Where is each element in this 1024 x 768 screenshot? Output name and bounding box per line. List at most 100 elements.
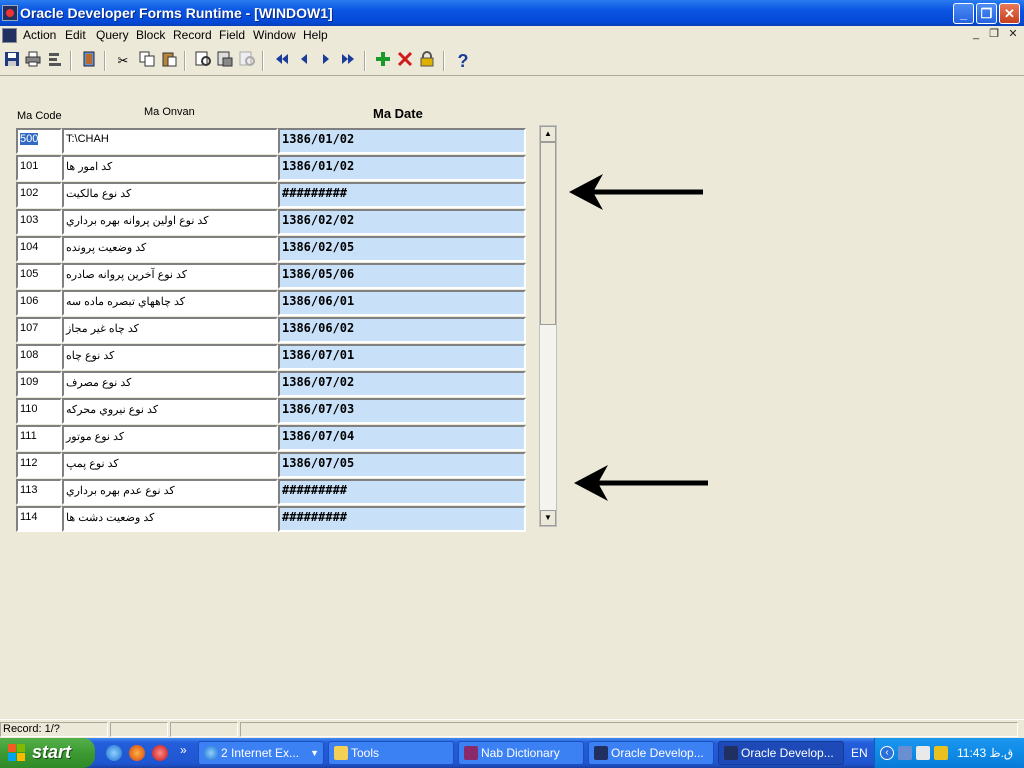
onvan-field[interactable]: T:\CHAH	[62, 128, 278, 154]
code-field[interactable]: 105	[16, 263, 62, 289]
date-field[interactable]: 1386/01/02	[278, 155, 526, 181]
date-field[interactable]: 1386/01/02	[278, 128, 526, 154]
enter-query-icon[interactable]	[193, 51, 213, 71]
scroll-up-icon[interactable]: ▲	[540, 126, 556, 142]
last-record-icon[interactable]	[338, 51, 358, 71]
onvan-field[interactable]: كد نوع اولين پروانه بهره برداري	[62, 209, 278, 235]
opera-icon[interactable]	[152, 745, 168, 761]
date-field[interactable]: 1386/02/02	[278, 209, 526, 235]
onvan-field[interactable]: كد امور ها	[62, 155, 278, 181]
menu-action[interactable]: Action	[23, 28, 56, 42]
onvan-field[interactable]: كد نوع پمپ	[62, 452, 278, 478]
date-field[interactable]: 1386/07/02	[278, 371, 526, 397]
restore-button[interactable]: ❐	[976, 3, 997, 24]
date-field[interactable]: #########	[278, 479, 526, 505]
task-nab-dictionary[interactable]: Nab Dictionary	[458, 741, 584, 765]
scroll-down-icon[interactable]: ▼	[540, 510, 556, 526]
onvan-field[interactable]: كد نوع مالكيت	[62, 182, 278, 208]
start-button[interactable]: start	[0, 738, 95, 768]
code-field[interactable]: 109	[16, 371, 62, 397]
onvan-field[interactable]: كد نوع مصرف	[62, 371, 278, 397]
date-field[interactable]: 1386/05/06	[278, 263, 526, 289]
code-field[interactable]: 104	[16, 236, 62, 262]
quicklaunch-expand-icon[interactable]: »	[180, 743, 187, 757]
tray-expand-icon[interactable]: ‹	[880, 746, 894, 760]
onvan-field[interactable]: كد نوع نيروي محركه	[62, 398, 278, 424]
code-field[interactable]: 112	[16, 452, 62, 478]
date-field[interactable]: #########	[278, 182, 526, 208]
firefox-icon[interactable]	[129, 745, 145, 761]
date-field[interactable]: 1386/02/05	[278, 236, 526, 262]
code-field[interactable]: 500	[16, 128, 62, 154]
scroll-thumb[interactable]	[540, 142, 556, 325]
onvan-field[interactable]: كد چاههاي تبصره ماده سه	[62, 290, 278, 316]
save-icon[interactable]	[2, 51, 22, 71]
code-field[interactable]: 106	[16, 290, 62, 316]
date-field[interactable]: 1386/07/05	[278, 452, 526, 478]
mdi-minimize-button[interactable]: _	[969, 28, 983, 42]
date-field[interactable]: 1386/06/01	[278, 290, 526, 316]
menu-block[interactable]: Block	[136, 28, 165, 42]
network-icon[interactable]	[898, 746, 912, 760]
next-record-icon[interactable]	[316, 51, 336, 71]
date-field[interactable]: #########	[278, 506, 526, 532]
menu-record[interactable]: Record	[173, 28, 212, 42]
cancel-query-icon[interactable]	[237, 51, 257, 71]
internet-explorer-icon[interactable]	[106, 745, 122, 761]
date-field[interactable]: 1386/07/04	[278, 425, 526, 451]
date-field[interactable]: 1386/06/02	[278, 317, 526, 343]
onvan-field[interactable]: كد نوع آخرين پروانه صادره	[62, 263, 278, 289]
menu-field[interactable]: Field	[219, 28, 245, 42]
menu-query[interactable]: Query	[96, 28, 129, 42]
close-button[interactable]: ✕	[999, 3, 1020, 24]
minimize-button[interactable]: _	[953, 3, 974, 24]
menu-edit[interactable]: Edit	[65, 28, 86, 42]
previous-record-icon[interactable]	[294, 51, 314, 71]
onvan-field[interactable]: كد نوع عدم بهره برداري	[62, 479, 278, 505]
code-field[interactable]: 114	[16, 506, 62, 532]
print-setup-icon[interactable]	[45, 51, 65, 71]
help-icon[interactable]: ?	[453, 51, 473, 71]
date-field[interactable]: 1386/07/03	[278, 398, 526, 424]
task-tools[interactable]: Tools	[328, 741, 454, 765]
records-scrollbar[interactable]: ▲ ▼	[539, 125, 557, 527]
paste-icon[interactable]	[159, 51, 179, 71]
lock-record-icon[interactable]	[417, 51, 437, 71]
mdi-close-button[interactable]: ✕	[1006, 28, 1020, 42]
code-field[interactable]: 113	[16, 479, 62, 505]
mdi-restore-button[interactable]: ❐	[987, 28, 1001, 42]
first-record-icon[interactable]	[272, 51, 292, 71]
onvan-field[interactable]: كد چاه غير مجاز	[62, 317, 278, 343]
code-field[interactable]: 102	[16, 182, 62, 208]
delete-record-icon[interactable]	[395, 51, 415, 71]
onvan-field[interactable]: كد وضعيت پرونده	[62, 236, 278, 262]
task-internet-explorer[interactable]: 2 Internet Ex... ▼	[198, 741, 324, 765]
date-field[interactable]: 1386/07/01	[278, 344, 526, 370]
code-field[interactable]: 108	[16, 344, 62, 370]
title-bar[interactable]: Oracle Developer Forms Runtime - [WINDOW…	[0, 0, 1024, 26]
volume-icon[interactable]	[916, 746, 930, 760]
code-field[interactable]: 110	[16, 398, 62, 424]
task-oracle-developer-2[interactable]: Oracle Develop...	[718, 741, 844, 765]
onvan-field[interactable]: كد نوع موتور	[62, 425, 278, 451]
print-icon[interactable]	[23, 51, 43, 71]
menu-help[interactable]: Help	[303, 28, 328, 42]
exit-icon[interactable]	[79, 51, 99, 71]
execute-query-icon[interactable]	[215, 51, 235, 71]
onvan-field[interactable]: كد وضعيت دشت ها	[62, 506, 278, 532]
code-field[interactable]: 111	[16, 425, 62, 451]
clock[interactable]: 11:43 ق.ظ	[957, 746, 1013, 760]
security-icon[interactable]	[934, 746, 948, 760]
copy-icon[interactable]	[137, 51, 157, 71]
code-field[interactable]: 101	[16, 155, 62, 181]
task-oracle-developer-1[interactable]: Oracle Develop...	[588, 741, 714, 765]
cut-icon[interactable]: ✂	[113, 51, 133, 71]
form-system-menu-icon[interactable]	[2, 28, 17, 43]
menu-window[interactable]: Window	[253, 28, 296, 42]
oracle-forms-icon[interactable]	[2, 5, 18, 21]
insert-record-icon[interactable]	[373, 51, 393, 71]
language-indicator[interactable]: EN	[851, 746, 868, 760]
code-field[interactable]: 103	[16, 209, 62, 235]
onvan-field[interactable]: كد نوع چاه	[62, 344, 278, 370]
code-field[interactable]: 107	[16, 317, 62, 343]
